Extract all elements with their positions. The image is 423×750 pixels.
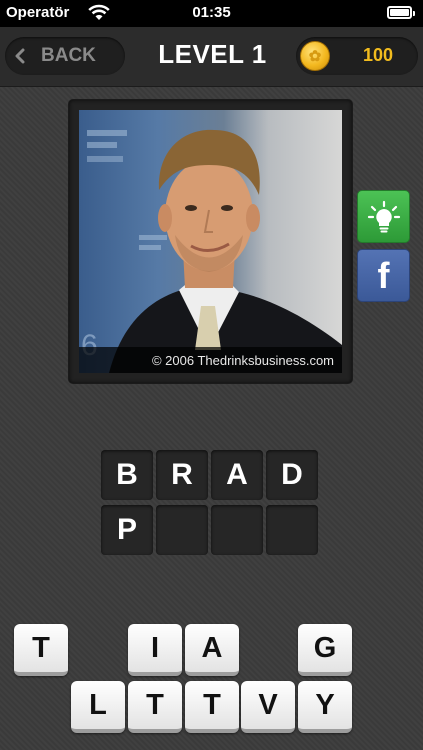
answer-slot[interactable] (266, 505, 318, 555)
lightbulb-icon (367, 200, 400, 232)
letter-tile[interactable]: Y (298, 681, 352, 733)
answer-slot[interactable]: P (101, 505, 153, 555)
battery-icon (387, 6, 415, 19)
letter-tile[interactable]: L (71, 681, 125, 733)
answer-slot[interactable]: R (156, 450, 208, 500)
letter-tile[interactable]: V (241, 681, 295, 733)
letter-tile[interactable]: T (128, 681, 182, 733)
answer-slot[interactable] (211, 505, 263, 555)
letter-tile[interactable]: T (185, 681, 239, 733)
back-button[interactable]: BACK (5, 37, 125, 75)
facebook-icon: f (377, 254, 390, 296)
hint-button[interactable] (357, 190, 410, 243)
letter-tile[interactable]: I (128, 624, 182, 676)
clock: 01:35 (192, 4, 231, 21)
letter-tile[interactable]: G (298, 624, 352, 676)
puzzle-photo: 6 © 2006 Thedrinksbusiness.com (79, 110, 342, 373)
chevron-left-icon (15, 48, 25, 64)
status-bar: Operatör 01:35 (0, 0, 423, 27)
coin-balance[interactable]: ✿ 100 (296, 37, 418, 75)
back-label: BACK (41, 45, 96, 66)
answer-slot[interactable] (156, 505, 208, 555)
answer-slot[interactable]: A (211, 450, 263, 500)
answer-slot[interactable]: D (266, 450, 318, 500)
coin-count: 100 (362, 45, 394, 65)
answer-slot[interactable]: B (101, 450, 153, 500)
coin-icon: ✿ (300, 41, 330, 71)
puzzle-photo-frame: 6 © 2006 Thedrinksbusiness.com (69, 100, 352, 383)
header-bar: BACK LEVEL 1 ✿ 100 (0, 27, 423, 87)
letter-tile[interactable]: A (185, 624, 239, 676)
facebook-share-button[interactable]: f (357, 249, 410, 302)
photo-credit: © 2006 Thedrinksbusiness.com (79, 347, 342, 373)
letter-tile[interactable]: T (14, 624, 68, 676)
level-title: LEVEL 1 (158, 39, 267, 69)
portrait-illustration: 6 (81, 129, 342, 373)
